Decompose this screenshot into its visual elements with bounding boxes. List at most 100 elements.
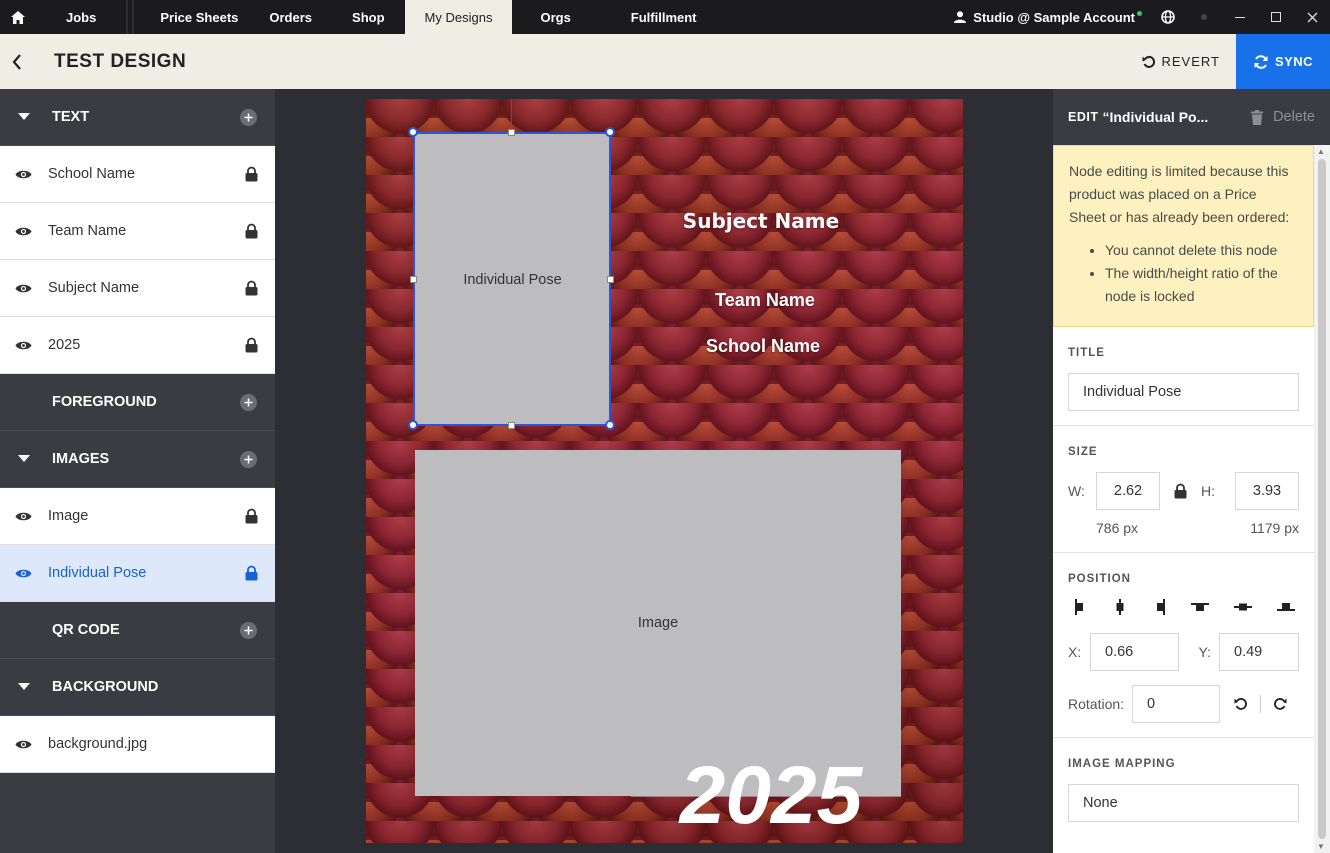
tab-orgs[interactable]: Orgs bbox=[512, 0, 600, 34]
add-foreground-button[interactable] bbox=[240, 393, 257, 411]
add-text-button[interactable] bbox=[240, 108, 257, 126]
artboard[interactable]: Individual Pose Image Subject Name Team … bbox=[366, 99, 963, 843]
tab-orders[interactable]: Orders bbox=[254, 0, 332, 34]
delete-button[interactable]: Delete bbox=[1251, 109, 1315, 125]
back-button[interactable] bbox=[0, 34, 34, 89]
image-mapping-select[interactable]: None bbox=[1068, 784, 1299, 822]
lock-icon[interactable] bbox=[245, 280, 258, 296]
position-section: POSITION X: 0.66 Y: 0.49 Rotation: 0 bbox=[1053, 553, 1314, 738]
width-input[interactable]: 2.62 bbox=[1096, 472, 1160, 510]
eye-icon[interactable] bbox=[15, 568, 33, 579]
account-menu[interactable]: Studio @ Sample Account bbox=[954, 10, 1150, 25]
resize-handle-right[interactable] bbox=[607, 276, 614, 283]
align-left-icon[interactable] bbox=[1074, 599, 1088, 615]
size-label: SIZE bbox=[1068, 446, 1098, 458]
editor-scrollbar[interactable]: ▲ ▼ bbox=[1314, 145, 1330, 853]
layer-item-team-name[interactable]: Team Name bbox=[0, 203, 275, 260]
resize-handle-left[interactable] bbox=[410, 276, 417, 283]
scrollbar-thumb[interactable] bbox=[1318, 159, 1326, 839]
node-editor-panel: EDIT “Individual Po... Delete Node editi… bbox=[1053, 89, 1330, 853]
scroll-up-icon[interactable]: ▲ bbox=[1317, 147, 1325, 156]
rotate-cw-icon[interactable] bbox=[1273, 697, 1287, 711]
resize-handle-bottom-right[interactable] bbox=[605, 420, 615, 430]
subject-name-text[interactable]: Subject Name bbox=[666, 209, 856, 233]
globe-icon[interactable] bbox=[1150, 0, 1186, 34]
title-input[interactable]: Individual Pose bbox=[1068, 373, 1299, 411]
section-text-label: TEXT bbox=[52, 109, 90, 125]
y-input[interactable]: 0.49 bbox=[1219, 633, 1299, 671]
align-top-icon[interactable] bbox=[1191, 601, 1209, 613]
tab-jobs[interactable]: Jobs bbox=[36, 0, 124, 34]
sync-button[interactable]: SYNC bbox=[1236, 34, 1330, 89]
team-name-text[interactable]: Team Name bbox=[666, 290, 864, 311]
eye-icon[interactable] bbox=[15, 169, 33, 180]
eye-icon[interactable] bbox=[15, 226, 33, 237]
layer-item-image[interactable]: Image bbox=[0, 488, 275, 545]
scroll-down-icon[interactable]: ▼ bbox=[1317, 842, 1325, 851]
resize-handle-top-left[interactable] bbox=[408, 127, 418, 137]
tab-my-designs[interactable]: My Designs bbox=[404, 0, 513, 34]
add-qr-button[interactable] bbox=[240, 621, 257, 639]
warning-list: You cannot delete this node The width/he… bbox=[1105, 239, 1297, 308]
rotation-input[interactable]: 0 bbox=[1132, 685, 1221, 723]
height-px: 1179 px bbox=[1250, 520, 1299, 536]
lock-icon[interactable] bbox=[245, 166, 258, 182]
warning-item: The width/height ratio of the node is lo… bbox=[1105, 262, 1297, 308]
individual-pose-node[interactable]: Individual Pose bbox=[414, 133, 611, 426]
plus-icon bbox=[244, 626, 253, 634]
year-text[interactable]: 2025 bbox=[656, 751, 886, 841]
edit-prefix: EDIT bbox=[1068, 110, 1099, 124]
revert-button[interactable]: REVERT bbox=[1142, 54, 1237, 69]
eye-icon[interactable] bbox=[15, 511, 33, 522]
lock-icon[interactable] bbox=[245, 337, 258, 353]
layer-item-subject-name[interactable]: Subject Name bbox=[0, 260, 275, 317]
plus-icon bbox=[244, 113, 253, 121]
tab-shop[interactable]: Shop bbox=[332, 0, 405, 34]
rotation-label: Rotation: bbox=[1068, 696, 1125, 712]
resize-handle-bottom-left[interactable] bbox=[408, 420, 418, 430]
minimize-icon[interactable] bbox=[1222, 0, 1258, 34]
lock-icon[interactable] bbox=[245, 223, 258, 239]
home-icon[interactable] bbox=[0, 0, 36, 34]
resize-handle-top[interactable] bbox=[508, 129, 515, 136]
layer-label: Subject Name bbox=[48, 280, 140, 296]
align-center-h-icon[interactable] bbox=[1113, 599, 1127, 615]
height-input[interactable]: 3.93 bbox=[1235, 472, 1299, 510]
add-image-button[interactable] bbox=[240, 450, 257, 468]
image-node[interactable]: Image bbox=[415, 450, 901, 796]
layer-item-individual-pose[interactable]: Individual Pose bbox=[0, 545, 275, 602]
width-px: 786 px bbox=[1096, 520, 1139, 536]
title-label: TITLE bbox=[1068, 347, 1105, 359]
y-label: Y: bbox=[1198, 644, 1211, 660]
eye-icon[interactable] bbox=[15, 739, 33, 750]
layer-label: 2025 bbox=[48, 337, 81, 353]
lock-icon[interactable] bbox=[245, 508, 258, 524]
school-name-text[interactable]: School Name bbox=[666, 336, 860, 357]
section-foreground[interactable]: FOREGROUND bbox=[0, 374, 275, 431]
x-input[interactable]: 0.66 bbox=[1090, 633, 1179, 671]
lock-icon[interactable] bbox=[245, 565, 258, 581]
resize-handle-bottom[interactable] bbox=[508, 422, 515, 429]
tab-fulfillment[interactable]: Fulfillment bbox=[601, 0, 709, 34]
section-background[interactable]: BACKGROUND bbox=[0, 659, 275, 716]
design-canvas[interactable]: Individual Pose Image Subject Name Team … bbox=[275, 89, 1053, 853]
align-right-icon[interactable] bbox=[1152, 599, 1166, 615]
layer-item-school-name[interactable]: School Name bbox=[0, 146, 275, 203]
maximize-icon[interactable] bbox=[1258, 0, 1294, 34]
tab-price-sheets[interactable]: Price Sheets bbox=[136, 0, 254, 34]
rotate-ccw-icon[interactable] bbox=[1234, 697, 1248, 711]
layer-label: Image bbox=[48, 508, 89, 524]
align-center-v-icon[interactable] bbox=[1234, 601, 1252, 613]
align-bottom-icon[interactable] bbox=[1277, 601, 1295, 613]
section-qr-code[interactable]: QR CODE bbox=[0, 602, 275, 659]
layer-label: Team Name bbox=[48, 223, 127, 239]
close-icon[interactable] bbox=[1294, 0, 1330, 34]
aspect-lock-icon[interactable] bbox=[1174, 483, 1187, 499]
section-text[interactable]: TEXT bbox=[0, 89, 275, 146]
section-images[interactable]: IMAGES bbox=[0, 431, 275, 488]
layer-item-background[interactable]: background.jpg bbox=[0, 716, 275, 773]
resize-handle-top-right[interactable] bbox=[605, 127, 615, 137]
eye-icon[interactable] bbox=[15, 283, 33, 294]
layer-item-2025[interactable]: 2025 bbox=[0, 317, 275, 374]
eye-icon[interactable] bbox=[15, 340, 33, 351]
